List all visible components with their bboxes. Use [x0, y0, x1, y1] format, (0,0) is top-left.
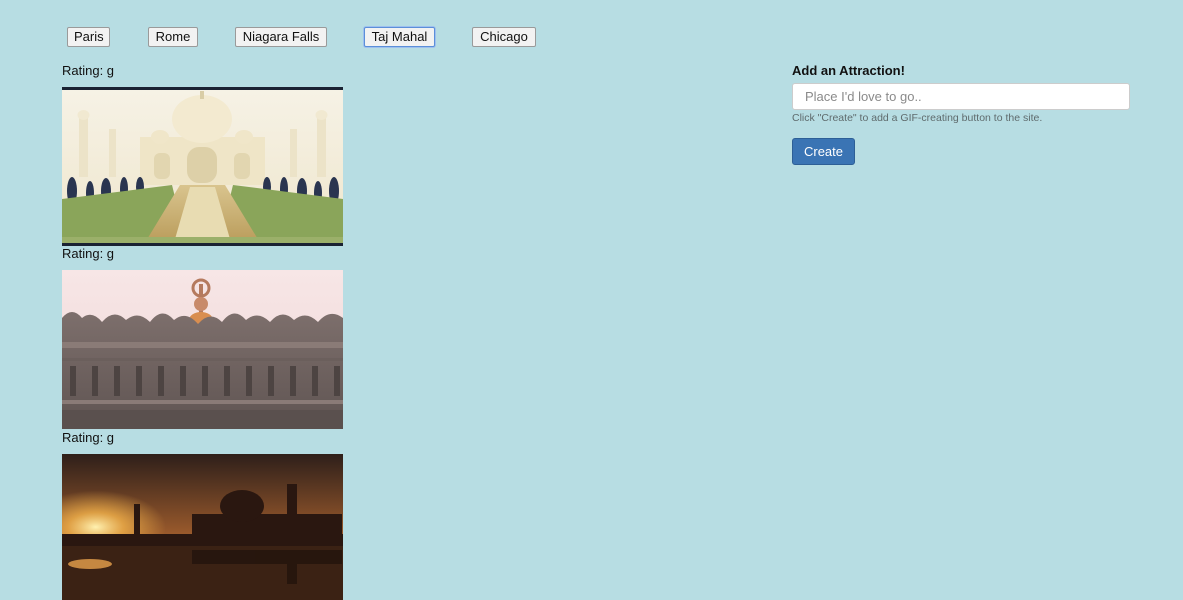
form-help-text: Click "Create" to add a GIF-creating but… — [792, 112, 1043, 124]
gif-rating: Rating: g — [62, 63, 115, 78]
page: Paris Rome Niagara Falls Taj Mahal Chica… — [0, 0, 1183, 600]
gif-rating: Rating: g — [62, 430, 115, 445]
gif-image-taj-mahal-sunset[interactable] — [62, 454, 343, 600]
gif-image-taj-mahal-garden[interactable] — [62, 87, 343, 246]
add-attraction-title: Add an Attraction! — [792, 63, 905, 78]
topic-button-taj-mahal[interactable]: Taj Mahal — [364, 27, 435, 47]
attraction-input[interactable] — [792, 83, 1130, 110]
create-button[interactable]: Create — [792, 138, 855, 165]
topic-button-paris[interactable]: Paris — [67, 27, 110, 47]
topic-button-chicago[interactable]: Chicago — [472, 27, 536, 47]
gif-image-taj-mahal-wall[interactable] — [62, 270, 343, 429]
gif-rating: Rating: g — [62, 246, 115, 261]
topic-button-niagara-falls[interactable]: Niagara Falls — [235, 27, 327, 47]
topic-button-rome[interactable]: Rome — [148, 27, 198, 47]
